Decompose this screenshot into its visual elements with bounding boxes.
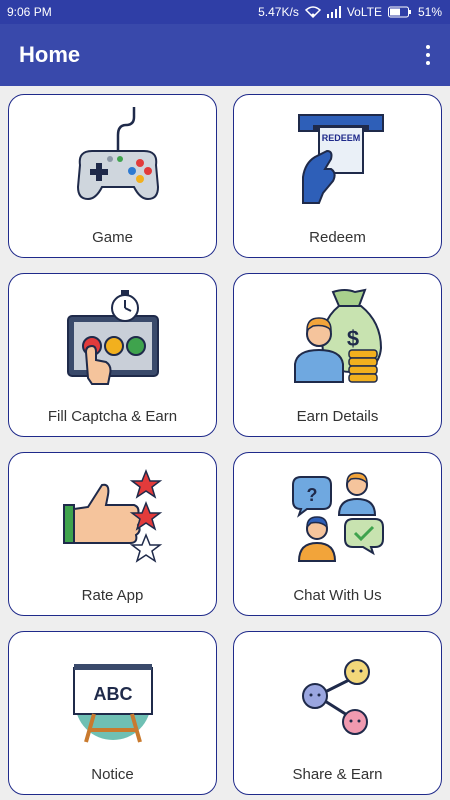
tile-fill-captcha[interactable]: Fill Captcha & Earn bbox=[8, 273, 217, 437]
network-type: VoLTE bbox=[346, 5, 382, 19]
tile-label: Chat With Us bbox=[293, 587, 382, 604]
notice-board-icon: ABC bbox=[58, 644, 168, 744]
network-speed: 5.47K/s bbox=[258, 5, 299, 19]
battery-percent: 51% bbox=[417, 5, 442, 19]
tile-label: Game bbox=[92, 229, 133, 246]
captcha-icon bbox=[58, 286, 168, 386]
gamepad-icon bbox=[58, 107, 168, 207]
chat-icon: ? bbox=[283, 465, 393, 565]
share-icon bbox=[283, 644, 393, 744]
money-bag-icon: $ bbox=[283, 286, 393, 386]
page-title: Home bbox=[19, 42, 81, 67]
signal-icon bbox=[326, 6, 341, 18]
thumbs-up-stars-icon bbox=[58, 465, 168, 565]
redeem-icon-text: REDEEM bbox=[321, 133, 360, 143]
tile-label: Notice bbox=[91, 766, 134, 783]
battery-icon bbox=[387, 6, 412, 18]
tile-share-earn[interactable]: Share & Earn bbox=[233, 631, 442, 795]
tile-label: Redeem bbox=[309, 229, 366, 246]
tile-redeem[interactable]: REDEEM Redeem bbox=[233, 94, 442, 258]
svg-text:?: ? bbox=[306, 485, 317, 505]
tile-label: Rate App bbox=[81, 587, 144, 604]
notice-icon-text: ABC bbox=[93, 684, 132, 704]
app-bar: Home bbox=[0, 24, 450, 86]
tile-earn-details[interactable]: $ Earn Details bbox=[233, 273, 442, 437]
tile-rate-app[interactable]: Rate App bbox=[8, 452, 217, 616]
status-time: 9:06 PM bbox=[7, 5, 52, 19]
wifi-icon bbox=[304, 6, 321, 18]
tile-chat[interactable]: ? Chat With Us bbox=[233, 452, 442, 616]
redeem-icon: REDEEM bbox=[283, 107, 393, 207]
tile-label: Earn Details bbox=[296, 408, 379, 425]
tile-label: Share & Earn bbox=[292, 766, 383, 783]
status-icons: 5.47K/s VoLTE 51% bbox=[258, 5, 442, 19]
tile-label: Fill Captcha & Earn bbox=[47, 408, 178, 425]
tile-notice[interactable]: ABC Notice bbox=[8, 631, 217, 795]
status-bar: 9:06 PM 5.47K/s VoLTE 51% bbox=[0, 0, 450, 24]
svg-text:$: $ bbox=[346, 326, 358, 351]
more-vert-icon[interactable] bbox=[422, 42, 434, 68]
tile-game[interactable]: Game bbox=[8, 94, 217, 258]
